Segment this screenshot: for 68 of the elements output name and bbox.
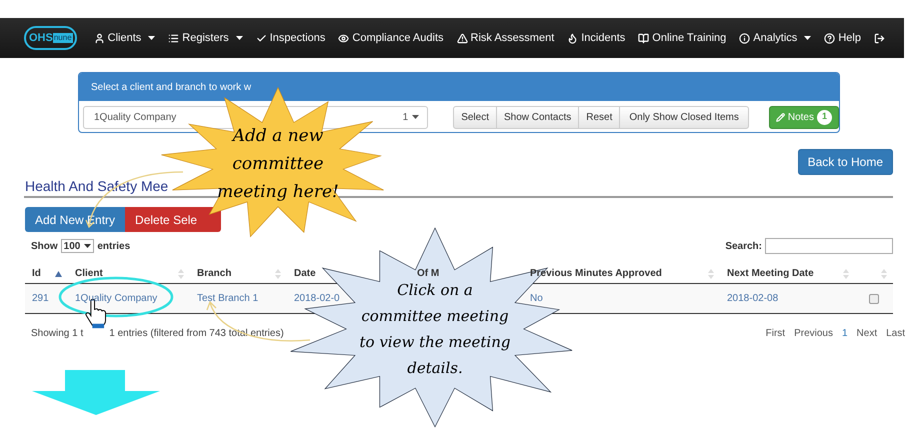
logout-icon[interactable] <box>874 32 885 44</box>
help-icon <box>824 32 836 44</box>
logo[interactable]: OHS nune <box>24 26 77 50</box>
nav-link[interactable]: Compliance Audits <box>338 30 444 46</box>
nav-link[interactable]: Analytics <box>739 30 812 46</box>
check-icon <box>256 32 267 44</box>
table-cell[interactable]: 2018-02-08 <box>727 293 778 304</box>
caret-icon <box>148 36 156 40</box>
select-value: 1 <box>402 110 408 124</box>
column-header[interactable]: Branch <box>197 266 232 281</box>
row-checkbox[interactable] <box>869 294 879 304</box>
page-link[interactable]: 1 <box>842 326 848 341</box>
eye-icon <box>338 32 350 44</box>
warning-icon <box>456 32 468 44</box>
table-info: Showing 1 t <box>31 327 84 341</box>
column-header[interactable]: Next Meeting Date <box>727 266 814 281</box>
column-header[interactable]: Date <box>294 266 316 281</box>
panel-button[interactable]: Show Contacts <box>496 106 580 128</box>
list-icon <box>168 32 180 44</box>
id-cell: 291 <box>32 293 49 304</box>
sort-icon <box>843 268 849 278</box>
nav-link[interactable]: Registers <box>168 30 243 46</box>
nav-link[interactable]: Help <box>824 30 861 46</box>
page-link[interactable]: Last <box>886 326 905 341</box>
page-length-select[interactable]: 100 <box>60 239 94 253</box>
page-link[interactable]: First <box>766 326 786 341</box>
search-field[interactable] <box>765 238 893 254</box>
panel-button[interactable]: Only Show Closed Items <box>619 106 749 128</box>
page-link[interactable]: Previous <box>794 326 833 341</box>
user-icon <box>94 32 105 44</box>
panel-button[interactable]: Select <box>453 106 497 128</box>
caret-icon <box>84 244 92 248</box>
table-cell[interactable]: 1Quality Company <box>75 293 158 304</box>
table-cell[interactable]: Test Branch 1 <box>197 293 258 304</box>
sort-icon <box>178 268 184 278</box>
nav-link[interactable]: Risk Assessment <box>456 30 554 46</box>
search-label: Search: <box>725 240 762 254</box>
sort-icon <box>708 268 714 278</box>
pencil-icon <box>776 112 785 122</box>
panel-button[interactable]: Reset <box>578 106 620 128</box>
nav-link[interactable]: Clients <box>94 30 156 46</box>
count-badge: 1 <box>817 110 832 124</box>
sort-icon <box>881 268 887 278</box>
logo-text: nune <box>52 33 73 43</box>
callout-text: Click on a committee meeting to view the meeting details. <box>360 280 510 379</box>
sort-icon <box>275 268 281 278</box>
delete-button[interactable]: Delete Sele <box>125 207 222 232</box>
info-icon <box>739 32 750 44</box>
sort-ascending-icon <box>55 270 62 276</box>
flame-icon <box>567 32 578 44</box>
column-header[interactable]: Of M <box>417 266 440 281</box>
caret-icon <box>236 36 243 40</box>
length-label: entries <box>97 240 130 254</box>
nav-link[interactable]: Incidents <box>567 30 626 46</box>
panel-heading: Select a client and branch to work w <box>91 80 252 94</box>
caret-icon <box>804 36 812 40</box>
dropdown-caret-icon <box>412 115 420 119</box>
nav-link[interactable]: Online Training <box>638 30 726 46</box>
column-header[interactable]: Client <box>75 266 103 281</box>
table-cell[interactable]: No <box>530 293 543 304</box>
back-button[interactable]: Back to Home <box>798 149 893 175</box>
table-cell[interactable]: 2018-02-0 <box>294 293 340 304</box>
logo-text: OHS <box>29 30 53 46</box>
nav-link[interactable]: Inspections <box>256 30 326 46</box>
length-label: Show <box>31 240 58 254</box>
page-link[interactable]: Next <box>856 326 878 341</box>
column-header[interactable]: Id <box>32 266 41 281</box>
book-icon <box>638 32 650 44</box>
